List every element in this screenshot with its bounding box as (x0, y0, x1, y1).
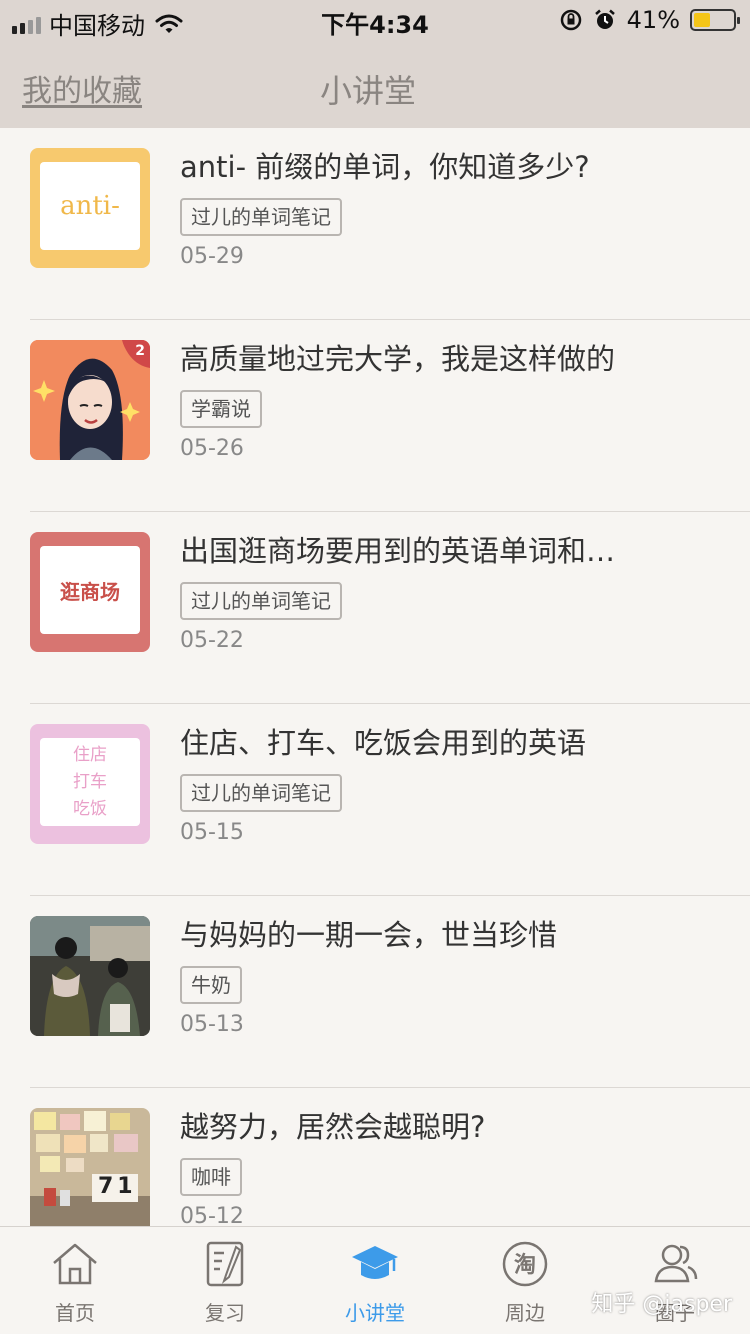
photo-mother-daughter-icon (30, 916, 150, 1036)
item-tag[interactable]: 咖啡 (180, 1158, 242, 1196)
thumbnail-image: anti- (30, 148, 150, 268)
photo-desk-notes-icon (30, 1108, 150, 1226)
tab-label: 首页 (55, 1301, 95, 1325)
item-date: 05-13 (180, 1012, 244, 1037)
thumbnail-text: 逛商场 (60, 579, 120, 604)
status-bar: 中国移动 下午4:34 41% (0, 0, 750, 40)
tab-label: 复习 (205, 1301, 245, 1325)
item-title: 与妈妈的一期一会，世当珍惜 (180, 918, 558, 952)
item-tag[interactable]: 学霸说 (180, 390, 262, 428)
header: 中国移动 下午4:34 41% 我的收藏 小讲堂 (0, 0, 750, 128)
item-title: 高质量地过完大学，我是这样做的 (180, 342, 616, 376)
rotation-lock-icon (560, 9, 581, 31)
thumbnail-image: 2 (30, 340, 150, 460)
calendar-number: 71 (98, 1174, 137, 1199)
list-item[interactable]: 住店 打车 吃饭 住店、打车、吃饭会用到的英语 过儿的单词笔记 05-15 (30, 704, 750, 896)
tab-home[interactable]: 首页 (0, 1227, 150, 1334)
thumbnail-image: 逛商场 (30, 532, 150, 652)
item-date: 05-12 (180, 1204, 244, 1226)
thumbnail-text: 住店 打车 吃饭 (73, 744, 107, 819)
item-tag[interactable]: 过儿的单词笔记 (180, 198, 342, 236)
page-title: 小讲堂 (320, 72, 417, 110)
battery-icon (690, 9, 740, 31)
thumbnail-text: anti- (60, 191, 120, 221)
battery-fill (694, 13, 710, 27)
item-title: anti- 前缀的单词，你知道多少? (180, 150, 590, 184)
home-icon (53, 1243, 97, 1285)
item-tag[interactable]: 过儿的单词笔记 (180, 582, 342, 620)
notebook-icon (206, 1241, 244, 1287)
item-date: 05-26 (180, 436, 244, 461)
list-item[interactable]: anti- anti- 前缀的单词，你知道多少? 过儿的单词笔记 05-29 (30, 128, 750, 320)
battery-percentage: 41% (626, 6, 680, 34)
item-title: 住店、打车、吃饭会用到的英语 (180, 726, 587, 760)
taobao-icon: 淘 (502, 1241, 548, 1287)
list-item[interactable]: 逛商场 出国逛商场要用到的英语单词和… 过儿的单词笔记 05-22 (30, 512, 750, 704)
item-date: 05-22 (180, 628, 244, 653)
item-date: 05-29 (180, 244, 244, 269)
notification-badge: 2 (135, 343, 145, 359)
thumbnail-image (30, 916, 150, 1036)
alarm-icon (594, 9, 615, 29)
thumbnail-image: 住店 打车 吃饭 (30, 724, 150, 844)
item-tag[interactable]: 牛奶 (180, 966, 242, 1004)
tab-lecture[interactable]: 小讲堂 (300, 1227, 450, 1334)
list-item[interactable]: 与妈妈的一期一会，世当珍惜 牛奶 05-13 (30, 896, 750, 1088)
item-title: 出国逛商场要用到的英语单词和… (180, 534, 616, 568)
illustration-girl-icon (30, 340, 150, 460)
tab-nearby[interactable]: 淘 周边 (450, 1227, 600, 1334)
graduation-cap-icon (352, 1246, 398, 1279)
thumbnail-image: 71 (30, 1108, 150, 1226)
my-favorites-link[interactable]: 我的收藏 (22, 66, 142, 110)
list-item[interactable]: 71 越努力，居然会越聪明? 咖啡 05-12 (30, 1088, 750, 1226)
list-item[interactable]: 2 高质量地过完大学，我是这样做的 学霸说 05-26 (30, 320, 750, 512)
people-icon (654, 1244, 698, 1283)
item-date: 05-15 (180, 820, 244, 845)
tab-label: 小讲堂 (345, 1301, 405, 1325)
tab-label: 周边 (505, 1301, 545, 1325)
tab-review[interactable]: 复习 (150, 1227, 300, 1334)
svg-text:淘: 淘 (514, 1252, 536, 1278)
watermark: 知乎 @jasper (591, 1292, 732, 1317)
item-tag[interactable]: 过儿的单词笔记 (180, 774, 342, 812)
item-title: 越努力，居然会越聪明? (180, 1110, 486, 1144)
lecture-list[interactable]: anti- anti- 前缀的单词，你知道多少? 过儿的单词笔记 05-29 2… (0, 128, 750, 1226)
